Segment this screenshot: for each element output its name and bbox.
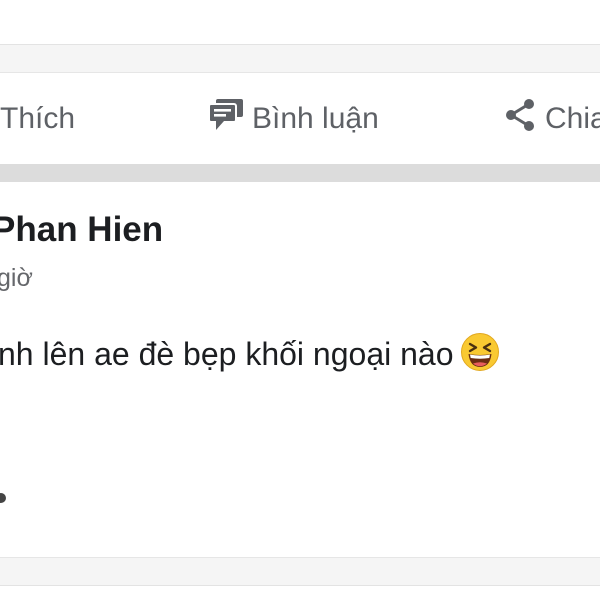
post-body: nh lên ae đè bẹp khối ngoại nào [0, 332, 500, 373]
next-post-card [0, 585, 600, 601]
post-action-bar: Thích Bình luận Chia [0, 72, 600, 165]
post-text: nh lên ae đè bẹp khối ngoại nào [0, 336, 454, 372]
share-label: Chia [545, 102, 600, 135]
comment-label: Bình luận [252, 102, 379, 135]
like-button[interactable]: Thích [0, 73, 75, 165]
previous-post-card [0, 0, 600, 45]
share-button[interactable]: Chia [503, 73, 600, 165]
more-dot-icon[interactable] [0, 493, 6, 503]
comment-icon [208, 98, 244, 140]
comment-button[interactable]: Bình luận [208, 73, 379, 165]
post-timestamp[interactable]: giờ [0, 264, 33, 293]
post-separator [0, 164, 600, 182]
share-icon [503, 97, 537, 141]
grinning-squinting-face-emoji-icon [460, 332, 500, 372]
post-author-name[interactable]: Phan Hien [0, 210, 163, 250]
like-label: Thích [0, 102, 76, 135]
post-card: Phan Hien giờ nh lên ae đè bẹp khối ngoạ… [0, 182, 600, 558]
